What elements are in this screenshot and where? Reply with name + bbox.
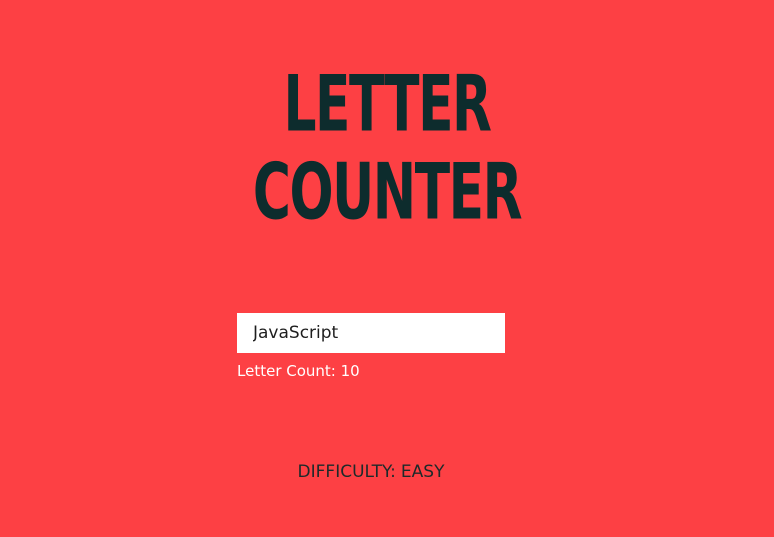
difficulty-indicator: DIFFICULTY: EASY — [0, 460, 742, 484]
title-line-counter: COUNTER — [252, 146, 523, 237]
difficulty-value: EASY — [400, 462, 445, 482]
letter-count-label: Letter Count: — [237, 362, 336, 380]
difficulty-label: DIFFICULTY: — [297, 462, 396, 482]
letter-count: Letter Count: 10 — [237, 361, 360, 381]
letter-count-value: 10 — [340, 362, 360, 380]
text-input[interactable] — [237, 313, 505, 353]
title-line-letter: LETTER — [283, 58, 491, 149]
page-title: LETTER COUNTER — [0, 56, 774, 237]
